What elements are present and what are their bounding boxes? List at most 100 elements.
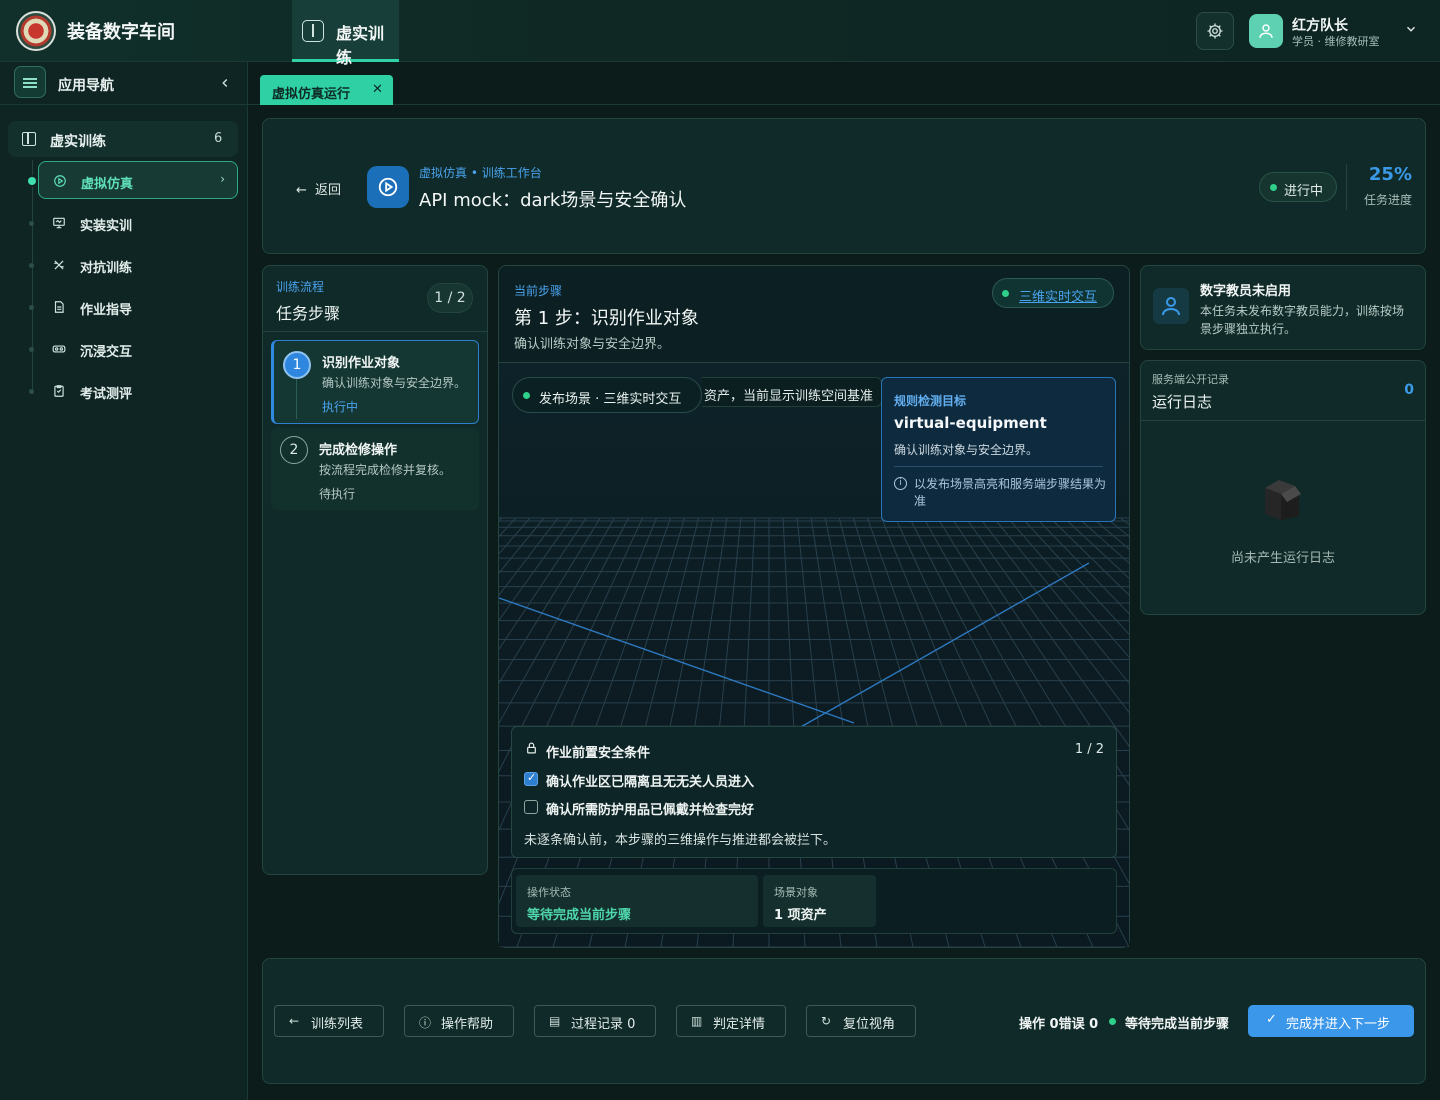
sidebar-item-guidance[interactable]: 作业指导 [29, 288, 238, 326]
logo [16, 11, 56, 51]
grid-line [84, 517, 503, 948]
tree-dot [29, 347, 34, 352]
process-record-button[interactable]: ▤ 过程记录 0 [534, 1005, 656, 1037]
sidebar-group-count: 6 [214, 131, 223, 146]
sidebar-item-label: 实装实训 [80, 219, 133, 234]
scene-caption: 资产，当前显示训练空间基准 [702, 377, 882, 407]
tree-dot [28, 177, 36, 185]
sidebar-item-adversarial[interactable]: 对抗训练 [29, 246, 238, 284]
sidebar-item-label: 作业指导 [80, 303, 133, 318]
close-icon[interactable]: ✕ [372, 82, 383, 97]
reset-view-button[interactable]: ↻ 复位视角 [806, 1005, 916, 1037]
complete-next-step-button[interactable]: ✓ 完成并进入下一步 [1248, 1005, 1414, 1037]
sidebar-item-label: 考试测评 [80, 387, 133, 402]
scene-objects: 场景对象 1 项资产 [763, 875, 876, 927]
sidebar-item-immersive[interactable]: 沉浸交互 [29, 330, 238, 368]
help-button[interactable]: ⓘ 操作帮助 [404, 1005, 514, 1037]
tree-line [32, 160, 33, 394]
status-dot [523, 392, 530, 399]
step-desc: 按流程完成检修并复核。 [319, 463, 452, 477]
status-dot [1270, 184, 1277, 191]
divider [894, 466, 1103, 467]
checkbox-unchecked[interactable] [524, 800, 538, 814]
step-item[interactable]: 1 识别作业对象 确认训练对象与安全边界。 执行中 [271, 340, 479, 424]
step-desc: 确认训练对象与安全边界。 [322, 376, 467, 390]
step-name: 识别作业对象 [322, 356, 401, 371]
target-kicker: 规则检测目标 [894, 394, 967, 408]
back-button[interactable]: ← 返回 [296, 179, 341, 198]
play-circle-icon [367, 166, 409, 208]
tree-dot [29, 221, 34, 226]
clipboard-icon [52, 384, 66, 398]
book-icon [302, 20, 324, 42]
button-label: 判定详情 [713, 1017, 766, 1032]
book-icon [22, 132, 36, 146]
document-icon [52, 300, 66, 314]
mode-label: 三维实时交互 [1019, 290, 1098, 305]
sidebar-group-virtual-training[interactable]: 虚实训练 6 [8, 121, 238, 157]
button-label: 复位视角 [843, 1017, 896, 1032]
safety-title: 作业前置安全条件 [546, 746, 651, 761]
status-dot [1109, 1018, 1116, 1025]
sidebar-item-real-training[interactable]: 实装实训 [29, 204, 238, 242]
tab-virtual-sim-run[interactable]: 虚拟仿真运行 ✕ [260, 75, 393, 105]
sidebar-item-virtual-sim[interactable]: 虚拟仿真 › [28, 161, 238, 199]
module-tab-virtual-training[interactable]: 虚实训练 [292, 0, 399, 67]
grid-line [1120, 517, 1440, 769]
status-badge: 进行中 [1259, 172, 1337, 202]
report-icon: ▥ [691, 1014, 703, 1028]
judgement-details-button[interactable]: ▥ 判定详情 [676, 1005, 786, 1037]
step-connector [296, 379, 297, 419]
log-title: 运行日志 [1152, 393, 1213, 411]
target-name: virtual-equipment [894, 414, 1047, 432]
step-name: 完成检修操作 [319, 443, 398, 458]
divider [263, 331, 487, 332]
scene-tag-label: 发布场景 · 三维实时交互 [539, 392, 682, 407]
menu-icon[interactable] [14, 66, 46, 98]
vr-headset-icon [52, 342, 66, 356]
sidebar-item-exam[interactable]: 考试测评 [29, 372, 238, 410]
step-number: 2 [280, 436, 308, 464]
check-icon: ✓ [1266, 1012, 1277, 1027]
sword-icon [52, 258, 66, 272]
steps-count: 1 / 2 [427, 283, 473, 313]
button-label: 操作帮助 [441, 1017, 494, 1032]
chevron-right-icon: › [220, 172, 225, 186]
monitor-icon [52, 216, 66, 230]
sidebar-group-label: 虚实训练 [50, 134, 106, 150]
gear-icon [1207, 23, 1223, 39]
arrow-left-icon: ← [296, 183, 307, 198]
sidebar-item-label: 沉浸交互 [80, 345, 133, 360]
operation-counts: 操作 0错误 0 [1019, 1017, 1099, 1032]
button-label: 完成并进入下一步 [1286, 1017, 1391, 1032]
chevron-down-icon[interactable] [1404, 22, 1418, 40]
divider [1346, 164, 1347, 210]
log-count: 0 [1404, 382, 1414, 398]
tree-dot [29, 263, 34, 268]
training-list-button[interactable]: ← 训练列表 [274, 1005, 384, 1037]
settings-button[interactable] [1196, 12, 1234, 50]
info-icon: i [894, 477, 907, 490]
chevron-left-icon [222, 79, 228, 87]
collapse-sidebar-button[interactable] [218, 76, 232, 94]
page-title: API mock：dark场景与安全确认 [419, 190, 687, 211]
tutor-title: 数字教员未启用 [1200, 284, 1292, 299]
user-role: 学员 · 维修教研室 [1292, 35, 1380, 48]
footer-state: 等待完成当前步骤 [1125, 1017, 1230, 1032]
operation-status: 操作状态 等待完成当前步骤 [516, 875, 758, 927]
scene-tag: 发布场景 · 三维实时交互 [512, 377, 702, 413]
checkbox-checked[interactable] [524, 771, 538, 786]
arrow-left-icon: ← [289, 1014, 300, 1028]
mode-pill[interactable]: 三维实时交互 [992, 278, 1114, 308]
tab-strip-line [248, 104, 1440, 105]
log-empty-text: 尚未产生运行日志 [1230, 551, 1335, 566]
safety-count: 1 / 2 [1074, 742, 1104, 757]
info-icon: ⓘ [419, 1016, 432, 1030]
sidebar-item-label: 虚拟仿真 [81, 177, 134, 192]
target-note: 以发布场景高亮和服务端步骤结果为准 [914, 477, 1107, 508]
refresh-icon: ↻ [821, 1014, 832, 1028]
avatar[interactable] [1249, 14, 1283, 48]
step-item[interactable]: 2 完成检修操作 按流程完成检修并复核。 待执行 [271, 428, 479, 510]
status-label: 进行中 [1284, 184, 1324, 199]
steps-title: 任务步骤 [276, 304, 341, 323]
